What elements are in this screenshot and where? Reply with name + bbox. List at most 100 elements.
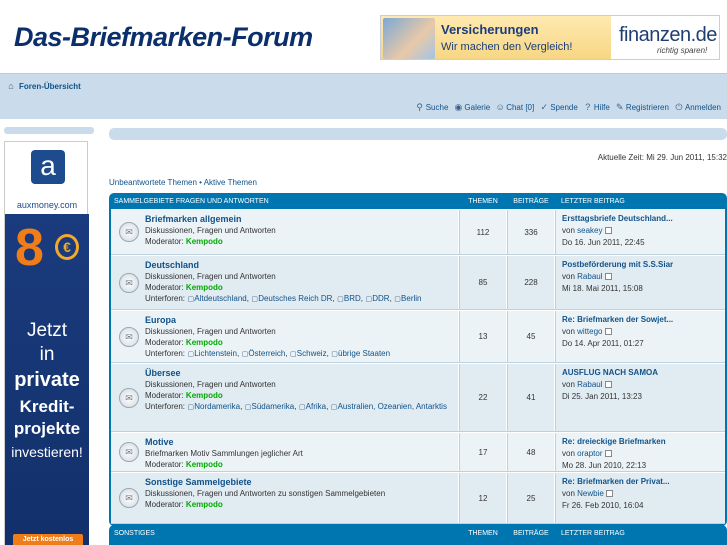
- forum-moderator: Moderator: Kempodo: [145, 390, 458, 401]
- last-post-author-link[interactable]: oraptor: [577, 449, 602, 458]
- forum-moderator: Moderator: Kempodo: [145, 337, 458, 348]
- last-post-title[interactable]: Postbeförderung mit S.S.Siar: [562, 259, 719, 271]
- moderator-link[interactable]: Kempodo: [186, 338, 223, 347]
- nav-link-donate[interactable]: ✓ Spende: [539, 102, 578, 112]
- subforum-link[interactable]: Schweiz: [297, 349, 327, 358]
- euro-coin-icon: €: [55, 234, 79, 260]
- goto-last-post-icon[interactable]: [604, 450, 612, 458]
- forum-title[interactable]: Übersee: [145, 367, 458, 379]
- goto-last-post-icon[interactable]: [604, 381, 612, 389]
- topic-count: 22: [459, 364, 507, 431]
- subforum-link[interactable]: Österreich: [248, 349, 285, 358]
- last-post-author: von Rabaul: [562, 271, 719, 283]
- last-post-author-link[interactable]: Rabaul: [577, 272, 602, 281]
- nav-link-donate-label: Spende: [550, 102, 578, 112]
- goto-last-post-icon[interactable]: [605, 490, 613, 498]
- forum-moderator: Moderator: Kempodo: [145, 236, 458, 247]
- subforum-icon: ▢: [337, 296, 344, 303]
- moderator-link[interactable]: Kempodo: [186, 500, 223, 509]
- last-post-by-label: von: [562, 489, 575, 498]
- subforum-link[interactable]: Berlin: [401, 294, 421, 303]
- goto-last-post-icon[interactable]: [604, 273, 612, 281]
- forum-title[interactable]: Briefmarken allgemein: [145, 213, 458, 225]
- subforum-link[interactable]: Australien, Ozeanien, Antarktis: [338, 402, 447, 411]
- forum-title[interactable]: Europa: [145, 314, 458, 326]
- last-post-author-link[interactable]: Rabaul: [577, 380, 602, 389]
- forum-row[interactable]: ✉ Sonstige Sammelgebiete Diskussionen, Fra…: [111, 472, 725, 524]
- forum-info: ✉ Sonstige Sammelgebiete Diskussionen, Fra…: [111, 473, 459, 523]
- forum-title[interactable]: Motive: [145, 436, 458, 448]
- banner-family-image: [383, 18, 435, 59]
- goto-last-post-icon[interactable]: [604, 328, 612, 336]
- subforum-link[interactable]: übrige Staaten: [338, 349, 390, 358]
- last-post-title[interactable]: Ersttagsbriefe Deutschland...: [562, 213, 719, 225]
- breadcrumb[interactable]: ⌂ Foren-Übersicht: [6, 81, 81, 91]
- left-column-header: [4, 127, 94, 134]
- banner-subline: Wir machen den Vergleich!: [441, 41, 573, 53]
- nav-link-register-label: Registrieren: [625, 102, 669, 112]
- subforum-icon: ▢: [298, 404, 306, 411]
- forum-title[interactable]: Deutschland: [145, 259, 458, 271]
- category-header: Sonstiges Themen Beiträge Letzter Beitra…: [111, 525, 725, 541]
- subforum-link[interactable]: Altdeutschland: [194, 294, 246, 303]
- ad-line-6: investieren!: [11, 444, 83, 460]
- check-icon: ✓: [540, 102, 548, 112]
- subforum-link[interactable]: DDR: [372, 294, 389, 303]
- moderator-link[interactable]: Kempodo: [186, 237, 223, 246]
- nav-link-chat[interactable]: ☺ Chat [0]: [495, 102, 535, 112]
- moderator-link[interactable]: Kempodo: [186, 460, 223, 469]
- nav-link-gallery[interactable]: ◉ Galerie: [453, 102, 490, 112]
- last-post-date: Fr 26. Feb 2010, 16:04: [562, 501, 644, 510]
- last-post: Re: Briefmarken der Sowjet... von wittego…: [555, 311, 725, 362]
- quick-links[interactable]: Unbeantwortete Themen • Aktive Themen: [109, 178, 257, 187]
- category-title[interactable]: Sammelgebiete Fragen und Antworten: [111, 198, 459, 205]
- subforum-link[interactable]: Afrika: [306, 402, 326, 411]
- last-post-title[interactable]: Re: dreieckige Briefmarken: [562, 436, 719, 448]
- last-post-author-link[interactable]: Newbie: [577, 489, 604, 498]
- forum-row[interactable]: ✉ Deutschland Diskussionen, Fragen und Ant…: [111, 255, 725, 310]
- users-icon: ☺: [495, 102, 505, 112]
- nav-link-register[interactable]: ✎ Registrieren: [615, 102, 669, 112]
- nav-link-login[interactable]: ⏻ Anmelden: [674, 102, 721, 112]
- nav-link-gallery-label: Galerie: [464, 102, 491, 112]
- eye-icon: ◉: [454, 102, 463, 112]
- forum-title[interactable]: Sonstige Sammelgebiete: [145, 476, 458, 488]
- power-icon: ⏻: [675, 102, 683, 112]
- forum-info: ✉ Übersee Diskussionen, Fragen und Antwort…: [111, 364, 459, 431]
- subforum-link[interactable]: BRD: [344, 294, 361, 303]
- subforum-link[interactable]: Deutsches Reich DR: [258, 294, 332, 303]
- last-post-title[interactable]: Re: Briefmarken der Privat...: [562, 476, 719, 488]
- last-post-author-link[interactable]: seakey: [577, 226, 602, 235]
- last-post-author: von wittego: [562, 326, 719, 338]
- nav-link-search-label: Suche: [425, 102, 449, 112]
- category-title[interactable]: Sonstiges: [111, 530, 459, 537]
- forum-moderator: Moderator: Kempodo: [145, 282, 458, 293]
- last-post-title[interactable]: AUSFLUG NACH SAMOA: [562, 367, 719, 379]
- banner-logo-tagline: richtig sparen!: [657, 46, 708, 55]
- site-title[interactable]: Das-Briefmarken-Forum: [14, 22, 313, 53]
- forum-row[interactable]: ✉ Europa Diskussionen, Fragen und Antworte…: [111, 310, 725, 363]
- breadcrumb-forum-index[interactable]: Foren-Übersicht: [19, 82, 81, 91]
- moderator-link[interactable]: Kempodo: [186, 283, 223, 292]
- last-post-title[interactable]: Re: Briefmarken der Sowjet...: [562, 314, 719, 326]
- ad-cta-button[interactable]: Jetzt kostenlos: [13, 534, 83, 545]
- forum-row[interactable]: ✉ Übersee Diskussionen, Fragen und Antwort…: [111, 363, 725, 432]
- last-post: Re: Briefmarken der Privat... von Newbie F…: [555, 473, 725, 523]
- moderator-label: Moderator:: [145, 391, 184, 400]
- last-post: Re: dreieckige Briefmarken von oraptor Mo …: [555, 433, 725, 471]
- side-advertisement[interactable]: a auxmoney.com 8 € Jetzt in private Kred…: [4, 141, 89, 545]
- forum-row[interactable]: ✉ Briefmarken allgemein Diskussionen, Frag…: [111, 209, 725, 255]
- moderator-link[interactable]: Kempodo: [186, 391, 223, 400]
- forum-info: ✉ Briefmarken allgemein Diskussionen, Frag…: [111, 210, 459, 254]
- forum-description: Diskussionen, Fragen und Antworten: [145, 327, 276, 336]
- subforum-link[interactable]: Nordamerika: [194, 402, 240, 411]
- last-post-author-link[interactable]: wittego: [577, 327, 602, 336]
- topic-count: 13: [459, 311, 507, 362]
- advertisement-banner[interactable]: Versicherungen Wir machen den Vergleich!…: [380, 15, 720, 60]
- goto-last-post-icon[interactable]: [604, 227, 612, 235]
- forum-row[interactable]: ✉ Motive Briefmarken Motiv Sammlungen jegl…: [111, 432, 725, 472]
- subforum-link[interactable]: Lichtenstein: [194, 349, 237, 358]
- nav-link-search[interactable]: ⚲ Suche: [415, 102, 449, 112]
- nav-link-help[interactable]: ? Hilfe: [583, 102, 610, 112]
- subforum-link[interactable]: Südamerika: [252, 402, 295, 411]
